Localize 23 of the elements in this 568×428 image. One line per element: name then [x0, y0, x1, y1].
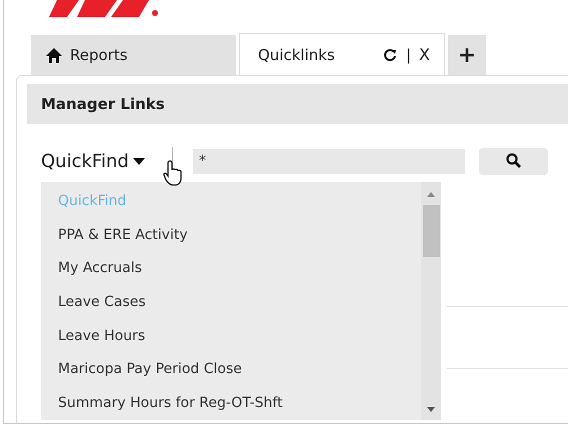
scrollbar-thumb[interactable] — [422, 205, 440, 257]
dropdown-option[interactable]: Leave Hours — [41, 318, 421, 353]
logo-icon — [49, 0, 161, 18]
panel-title: Manager Links — [27, 84, 568, 124]
scroll-down-icon[interactable] — [427, 407, 435, 412]
tab[interactable]: Quicklinks | X — [239, 33, 445, 75]
search-button[interactable] — [479, 148, 548, 174]
separator: | — [406, 46, 412, 64]
add-tab-button[interactable]: + — [448, 35, 486, 75]
close-tab-button[interactable]: X — [419, 45, 430, 64]
scrollbar[interactable] — [421, 182, 441, 420]
home-icon — [46, 47, 62, 63]
dropdown-option[interactable]: Summary Hours for Reg-OT-Shft — [41, 386, 421, 420]
tab[interactable]: Reports — [31, 35, 236, 75]
dropdown-option[interactable]: Leave Cases — [41, 285, 421, 319]
scroll-up-icon[interactable] — [427, 192, 435, 197]
dropdown-option[interactable]: Maricopa Pay Period Close — [41, 352, 421, 386]
hand-cursor-icon — [163, 160, 182, 186]
search-icon — [506, 153, 522, 169]
refresh-icon[interactable] — [382, 46, 398, 62]
dropdown-option[interactable]: PPA & ERE Activity — [41, 218, 421, 252]
search-field[interactable]: * — [193, 148, 465, 174]
dropdown-option[interactable]: My Accruals — [41, 251, 421, 286]
